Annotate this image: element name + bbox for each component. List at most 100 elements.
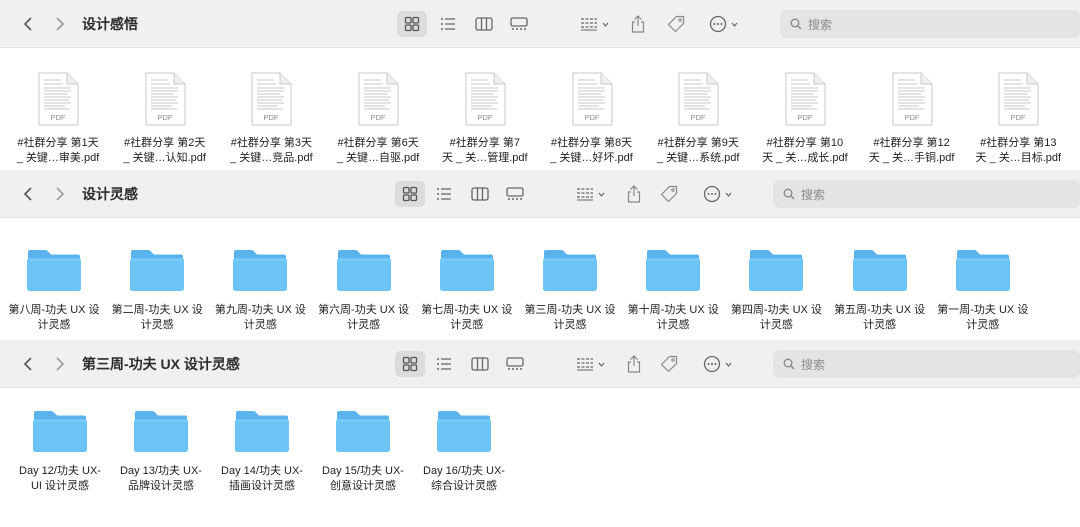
- more-icon: [709, 15, 726, 33]
- column-view-button[interactable]: [470, 11, 498, 37]
- folder-item[interactable]: Day 14/功夫 UX- 插画设计灵感: [212, 408, 312, 494]
- finder-window-1: 设计感悟 搜索 PDF #社群分享 第1天 _ 关键…审美.pdf PDF #社…: [0, 0, 1080, 170]
- finder-window-3: 第三周-功夫 UX 设计灵感 搜索 Day 12/功夫 UX- UI 设计灵感 …: [0, 340, 1080, 527]
- group-icon: [580, 18, 597, 31]
- share-button[interactable]: [622, 351, 646, 377]
- back-chevron-icon[interactable]: [16, 12, 40, 36]
- pdf-file-icon: PDF: [997, 72, 1039, 126]
- column-view-button[interactable]: [466, 351, 494, 377]
- pdf-file-item[interactable]: PDF #社群分享 第1天 _ 关键…审美.pdf: [5, 72, 111, 166]
- item-label-line-2: 计灵感: [863, 319, 897, 331]
- search-field[interactable]: 搜索: [773, 180, 1080, 208]
- pdf-file-item[interactable]: PDF #社群分享 第12 天 _ 关…手铜.pdf: [859, 72, 965, 166]
- pdf-file-icon: PDF: [464, 72, 506, 126]
- chevron-down-icon: [598, 362, 604, 367]
- folder-icon: [312, 247, 416, 293]
- chevron-down-icon: [725, 362, 731, 367]
- pdf-file-item[interactable]: PDF #社群分享 第3天 _ 关键…竞品.pdf: [218, 72, 324, 166]
- folder-item[interactable]: 第五周-功夫 UX 设计灵感: [828, 247, 932, 333]
- pdf-file-item[interactable]: PDF #社群分享 第7 天 _ 关…管理.pdf: [432, 72, 538, 166]
- folder-item[interactable]: Day 15/功夫 UX- 创意设计灵感: [313, 408, 413, 494]
- item-label-line-2: 创意设计灵感: [330, 480, 396, 492]
- list-view-button[interactable]: [430, 351, 458, 377]
- more-button[interactable]: [698, 351, 736, 377]
- more-button[interactable]: [704, 11, 742, 37]
- item-label-line-1: Day 13/功夫 UX-: [120, 465, 202, 477]
- share-button[interactable]: [622, 181, 646, 207]
- forward-chevron-icon[interactable]: [48, 12, 72, 36]
- item-label-line-1: 第一周-功夫 UX 设: [937, 304, 1029, 316]
- search-field[interactable]: 搜索: [780, 10, 1080, 38]
- pdf-file-item[interactable]: PDF #社群分享 第2天 _ 关键…认知.pdf: [112, 72, 218, 166]
- pdf-file-item[interactable]: PDF #社群分享 第6天 _ 关键…自驱.pdf: [325, 72, 431, 166]
- search-icon: [783, 358, 795, 370]
- folder-item[interactable]: 第九周-功夫 UX 设计灵感: [208, 247, 312, 333]
- pdf-file-item[interactable]: PDF #社群分享 第9天 _ 关键…系统.pdf: [645, 72, 751, 166]
- pdf-file-item[interactable]: PDF #社群分享 第10 天 _ 关…成长.pdf: [752, 72, 858, 166]
- tag-button[interactable]: [664, 11, 688, 37]
- icon-view-button[interactable]: [397, 11, 427, 37]
- pdf-file-icon: PDF: [677, 72, 719, 126]
- folder-item[interactable]: 第二周-功夫 UX 设计灵感: [105, 247, 209, 333]
- item-label-line-1: #社群分享 第12: [873, 137, 950, 149]
- item-label-line-1: Day 16/功夫 UX-: [423, 465, 505, 477]
- svg-text:PDF: PDF: [584, 113, 599, 122]
- icon-view-button[interactable]: [395, 181, 425, 207]
- folder-icon: [828, 247, 932, 293]
- tag-icon: [660, 355, 678, 373]
- item-label-line-2: _ 关键…自驱.pdf: [336, 152, 420, 164]
- forward-chevron-icon[interactable]: [48, 352, 72, 376]
- back-chevron-icon[interactable]: [16, 352, 40, 376]
- item-label-line-1: #社群分享 第3天: [230, 137, 313, 149]
- folder-item[interactable]: 第七周-功夫 UX 设计灵感: [415, 247, 519, 333]
- folder-item[interactable]: 第八周-功夫 UX 设计灵感: [2, 247, 106, 333]
- svg-text:PDF: PDF: [797, 113, 812, 122]
- tag-button[interactable]: [657, 181, 681, 207]
- gallery-view-icon: [506, 357, 524, 370]
- folder-item[interactable]: 第一周-功夫 UX 设计灵感: [931, 247, 1035, 333]
- folder-item[interactable]: Day 12/功夫 UX- UI 设计灵感: [10, 408, 110, 494]
- column-view-button[interactable]: [466, 181, 494, 207]
- folder-item[interactable]: 第四周-功夫 UX 设计灵感: [724, 247, 828, 333]
- window-title: 设计灵感: [82, 186, 138, 202]
- svg-text:PDF: PDF: [157, 113, 172, 122]
- folder-item[interactable]: 第十周-功夫 UX 设计灵感: [621, 247, 725, 333]
- folder-item[interactable]: 第三周-功夫 UX 设计灵感: [518, 247, 622, 333]
- group-button[interactable]: [570, 181, 610, 207]
- item-label-line-2: _ 关键…竞品.pdf: [230, 152, 313, 164]
- list-view-button[interactable]: [430, 181, 458, 207]
- pdf-file-icon: PDF: [571, 72, 613, 126]
- group-button[interactable]: [570, 351, 610, 377]
- file-grid: Day 12/功夫 UX- UI 设计灵感 Day 13/功夫 UX- 品牌设计灵感…: [0, 388, 1080, 527]
- gallery-view-button[interactable]: [505, 11, 533, 37]
- tag-button[interactable]: [657, 351, 681, 377]
- share-button[interactable]: [626, 11, 650, 37]
- folder-item[interactable]: Day 13/功夫 UX- 品牌设计灵感: [111, 408, 211, 494]
- forward-chevron-icon[interactable]: [48, 182, 72, 206]
- svg-text:PDF: PDF: [691, 113, 706, 122]
- pdf-file-item[interactable]: PDF #社群分享 第8天 _ 关键…好坏.pdf: [539, 72, 645, 166]
- search-field[interactable]: 搜索: [773, 350, 1080, 378]
- pdf-file-icon: PDF: [144, 72, 186, 126]
- icon-view-button[interactable]: [395, 351, 425, 377]
- finder-window-2: 设计灵感 搜索 第八周-功夫 UX 设 计灵感 第二周-功夫 UX 设 计灵感 …: [0, 170, 1080, 340]
- list-view-button[interactable]: [434, 11, 462, 37]
- item-label-line-1: Day 12/功夫 UX-: [19, 465, 101, 477]
- item-label-line-1: #社群分享 第7: [449, 137, 520, 149]
- folder-icon: [313, 408, 413, 454]
- gallery-view-button[interactable]: [501, 351, 529, 377]
- folder-item[interactable]: 第六周-功夫 UX 设计灵感: [312, 247, 416, 333]
- more-button[interactable]: [698, 181, 736, 207]
- group-button[interactable]: [574, 11, 614, 37]
- folder-icon: [111, 408, 211, 454]
- svg-text:PDF: PDF: [477, 113, 492, 122]
- folder-icon: [414, 408, 514, 454]
- pdf-file-item[interactable]: PDF #社群分享 第13 天 _ 关…目标.pdf: [965, 72, 1071, 166]
- gallery-view-button[interactable]: [501, 181, 529, 207]
- item-label-line-1: 第四周-功夫 UX 设: [730, 304, 822, 316]
- back-chevron-icon[interactable]: [16, 182, 40, 206]
- group-icon: [576, 358, 593, 371]
- folder-item[interactable]: Day 16/功夫 UX- 综合设计灵感: [414, 408, 514, 494]
- svg-text:PDF: PDF: [1011, 113, 1026, 122]
- finder-toolbar: 第三周-功夫 UX 设计灵感 搜索: [0, 340, 1080, 388]
